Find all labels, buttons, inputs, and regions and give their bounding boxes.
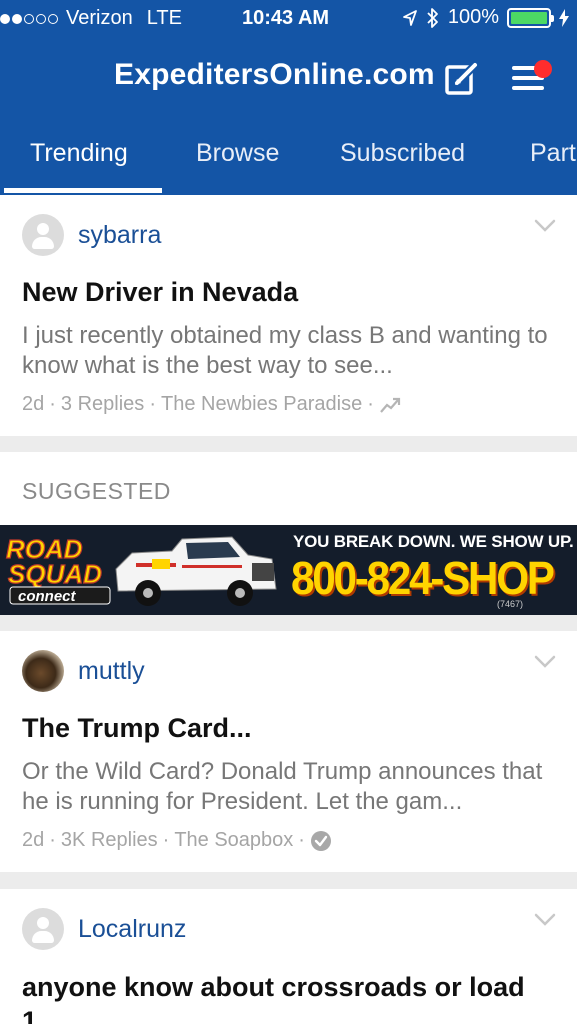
post-title[interactable]: New Driver in Nevada	[22, 277, 298, 308]
battery-percent: 100%	[447, 6, 499, 28]
post-forum[interactable]: The Newbies Paradise	[161, 393, 362, 416]
post-title[interactable]: The Trump Card...	[22, 713, 252, 744]
avatar[interactable]	[22, 650, 64, 692]
sponsored-ad-banner[interactable]: ROAD SQUAD connect YOU BREAK DOWN. WE SH…	[0, 525, 577, 615]
post-card[interactable]: Localrunz anyone know about crossroads o…	[0, 889, 577, 1024]
carrier-name: Verizon	[66, 7, 133, 29]
avatar[interactable]	[22, 908, 64, 950]
charging-bolt-icon	[559, 8, 569, 27]
post-card[interactable]: sybarra New Driver in Nevada I just rece…	[0, 195, 577, 436]
battery-icon	[507, 7, 554, 28]
tow-truck-image	[115, 536, 277, 606]
post-excerpt[interactable]: Or the Wild Card? Donald Trump announces…	[22, 757, 562, 817]
status-bar: Verizon LTE 10:43 AM 100%	[0, 0, 577, 38]
post-title-continued[interactable]: 1	[22, 1006, 37, 1024]
ad-phone-number[interactable]: 800-824-SHOP	[291, 551, 555, 605]
svg-text:connect: connect	[18, 588, 77, 605]
title-bar: ExpeditersOnline.com	[0, 50, 577, 106]
ad-phone-digits: (7467)	[497, 599, 524, 609]
ad-tagline: YOU BREAK DOWN. WE SHOW UP.	[293, 532, 574, 551]
chevron-down-icon[interactable]	[534, 655, 556, 669]
compose-icon[interactable]	[444, 60, 480, 96]
post-author[interactable]: muttly	[78, 657, 145, 686]
svg-text:SQUAD: SQUAD	[8, 559, 102, 589]
post-author[interactable]: sybarra	[78, 221, 161, 250]
post-title[interactable]: anyone know about crossroads or load	[22, 972, 525, 1003]
status-time: 10:43 AM	[242, 7, 330, 29]
network-type: LTE	[146, 7, 182, 29]
suggested-section: SUGGESTED	[0, 452, 577, 525]
road-squad-logo: ROAD SQUAD connect	[5, 533, 111, 605]
post-forum[interactable]: The Soapbox	[174, 829, 293, 852]
post-replies[interactable]: 3 Replies	[61, 393, 144, 416]
post-excerpt[interactable]: I just recently obtained my class B and …	[22, 321, 562, 381]
post-card[interactable]: muttly The Trump Card... Or the Wild Car…	[0, 631, 577, 872]
bluetooth-icon	[427, 7, 438, 28]
suggested-label: SUGGESTED	[22, 478, 171, 504]
tab-subscribed[interactable]: Subscribed	[340, 139, 465, 168]
hamburger-menu-icon[interactable]	[508, 60, 552, 96]
post-meta: 2d · 3 Replies · The Newbies Paradise ·	[22, 393, 401, 416]
checkmark-circle-icon	[310, 830, 331, 851]
post-author[interactable]: Localrunz	[78, 915, 186, 944]
tab-part[interactable]: Part	[530, 139, 576, 168]
chevron-down-icon[interactable]	[534, 219, 556, 233]
signal-strength-icon	[0, 13, 58, 24]
post-age: 2d	[22, 829, 45, 851]
tab-bar: Trending Browse Subscribed Part	[0, 125, 577, 195]
post-age: 2d	[22, 393, 45, 415]
app-header: Verizon LTE 10:43 AM 100% ExpeditersOnli…	[0, 0, 577, 195]
post-meta: 2d · 3K Replies · The Soapbox ·	[22, 829, 332, 852]
active-tab-indicator	[4, 188, 162, 193]
location-arrow-icon	[402, 9, 417, 26]
tab-browse[interactable]: Browse	[196, 139, 279, 168]
avatar[interactable]	[22, 214, 64, 256]
chevron-down-icon[interactable]	[534, 913, 556, 927]
post-replies[interactable]: 3K Replies	[61, 829, 158, 852]
site-title[interactable]: ExpeditersOnline.com	[114, 58, 435, 92]
tab-trending[interactable]: Trending	[30, 139, 128, 168]
notification-badge	[534, 60, 552, 78]
trending-icon	[380, 397, 400, 413]
